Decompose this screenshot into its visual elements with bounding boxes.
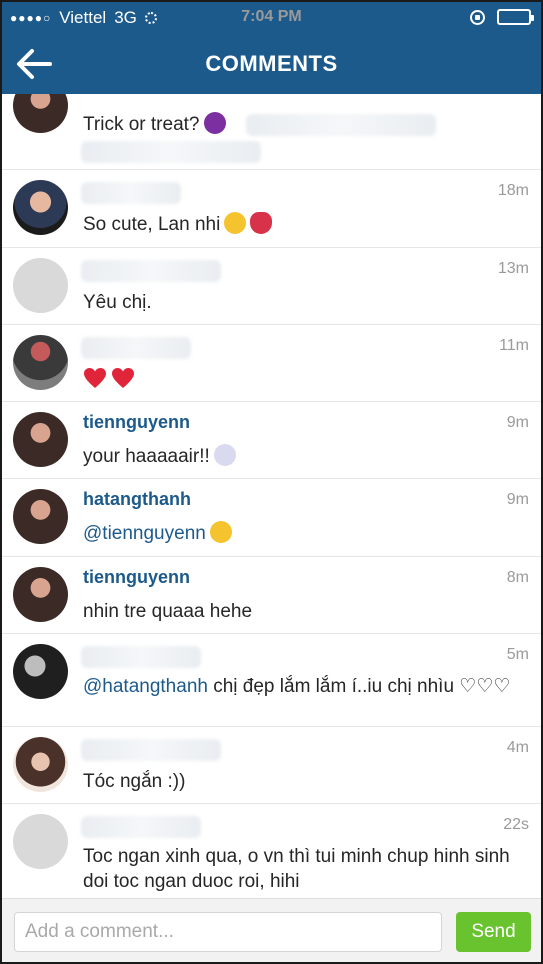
avatar[interactable]: [13, 644, 68, 699]
comment-text: your haaaaair!!: [83, 444, 523, 469]
avatar[interactable]: [13, 737, 68, 792]
comment-row: tiennguyenn 8m nhin tre quaaa hehe: [2, 557, 541, 634]
comment-time: 8m: [506, 569, 529, 586]
comment-time: 18m: [497, 182, 529, 199]
send-button[interactable]: Send: [456, 912, 531, 952]
comment-row: 13m Yêu chị.: [2, 248, 541, 325]
smiling-devil-emoji-icon: [203, 112, 226, 134]
redacted-username[interactable]: [81, 182, 181, 204]
comment-text: [83, 367, 523, 393]
comment-row: 18m So cute, Lan nhi: [2, 170, 541, 248]
page-title: COMMENTS: [205, 51, 338, 76]
avatar-placeholder[interactable]: [13, 258, 68, 313]
rotation-lock-icon: [470, 9, 485, 25]
comment-text: nhin tre quaaa hehe: [83, 601, 253, 622]
avatar[interactable]: [13, 180, 68, 235]
avatar[interactable]: [13, 335, 68, 390]
comment-text: Yêu chị.: [83, 292, 152, 313]
comment-row: 11m: [2, 325, 541, 402]
comment-username[interactable]: tiennguyenn: [83, 412, 190, 433]
comment-list[interactable]: Trick or treat? 18m So cute, Lan nhi 13m…: [2, 94, 541, 898]
comment-text: @tiennguyenn: [83, 521, 523, 546]
comment-time: 13m: [497, 260, 529, 277]
comment-row: 4m Tóc ngắn :)): [2, 727, 541, 804]
comment-input[interactable]: [14, 912, 442, 952]
screaming-face-emoji-icon: [213, 444, 236, 466]
comment-text: Tóc ngắn :)): [83, 771, 186, 792]
avatar-placeholder[interactable]: [13, 814, 68, 869]
red-heart-emoji-icon: [112, 368, 134, 388]
avatar[interactable]: [13, 567, 68, 622]
comment-row: hatangthanh 9m @tiennguyenn: [2, 479, 541, 557]
comment-row: 22s Toc ngan xinh qua, o vn thì tui minh…: [2, 804, 541, 898]
comment-row: 5m @hatangthanh chị đẹp lắm lắm í..iu ch…: [2, 634, 541, 727]
comment-time: 9m: [506, 491, 529, 508]
red-heart-emoji-icon: [84, 368, 106, 388]
redacted-mention: [246, 114, 436, 136]
avatar[interactable]: [13, 412, 68, 467]
mention-link[interactable]: @hatangthanh: [83, 676, 208, 697]
comment-time: 5m: [506, 646, 529, 663]
comment-time: 9m: [506, 414, 529, 431]
comment-username[interactable]: tiennguyenn: [83, 567, 190, 588]
comment-text: So cute, Lan nhi: [83, 212, 523, 237]
mention-link[interactable]: @tiennguyenn: [83, 523, 206, 544]
avatar[interactable]: [13, 489, 68, 544]
app-frame: ●●●●○ Viettel 3G 7:04 PM COMMENTS Trick …: [0, 0, 543, 964]
comment-time: 11m: [499, 337, 529, 354]
comment-text: Toc ngan xinh qua, o vn thì tui minh chu…: [83, 846, 510, 892]
comment-body: chị đẹp lắm lắm í..iu chị nhìu ♡♡♡: [207, 676, 511, 697]
redacted-username[interactable]: [81, 739, 221, 761]
status-bar: ●●●●○ Viettel 3G 7:04 PM: [2, 2, 541, 34]
comment-time: 4m: [506, 739, 529, 756]
status-right: [470, 9, 534, 25]
status-time: 7:04 PM: [241, 8, 302, 25]
comment-text: @hatangthanh chị đẹp lắm lắm í..iu chị n…: [83, 674, 523, 699]
comment-body: your haaaaair!!: [83, 446, 210, 467]
comment-body: So cute, Lan nhi: [83, 214, 221, 235]
comment-body: Trick or treat?: [83, 114, 200, 135]
comment-row: tiennguyenn 9m your haaaaair!!: [2, 402, 541, 479]
heart-eyes-emoji-icon: [224, 212, 247, 234]
redacted-username[interactable]: [81, 646, 201, 668]
redacted-username[interactable]: [81, 816, 201, 838]
grinning-sweat-emoji-icon: [209, 521, 232, 543]
comment-time: 22s: [503, 816, 529, 833]
nav-bar: COMMENTS: [2, 34, 541, 94]
comment-input-bar: Send: [2, 898, 541, 962]
kiss-mark-emoji-icon: [250, 212, 273, 234]
battery-icon: [497, 9, 534, 25]
redacted-username[interactable]: [81, 260, 221, 282]
redacted-mention: [81, 141, 261, 163]
avatar[interactable]: [13, 94, 68, 133]
redacted-username[interactable]: [81, 337, 191, 359]
comment-row: Trick or treat?: [2, 94, 541, 170]
comment-username[interactable]: hatangthanh: [83, 489, 191, 510]
